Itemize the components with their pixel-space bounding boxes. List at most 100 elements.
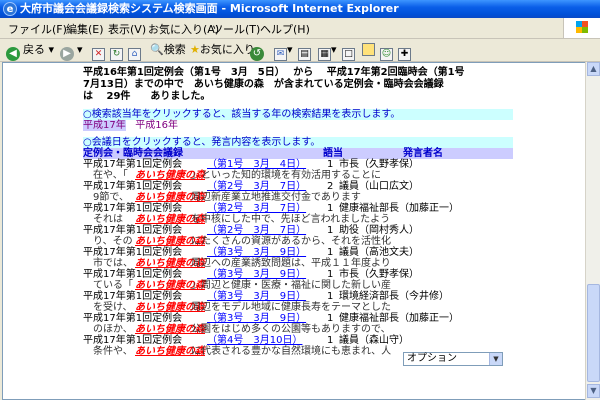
table-row: 平成17年第1回定例会 （第2号 3月 7日） 1 助役（岡村秀人） bbox=[83, 225, 513, 236]
stop-button[interactable]: ✕ bbox=[92, 42, 105, 61]
folder-icon bbox=[362, 43, 375, 56]
print-button[interactable]: ▤ bbox=[298, 42, 311, 61]
table-row: 平成17年第1回定例会 （第1号 3月 4日） 1 市長（久野孝保） bbox=[83, 159, 513, 170]
header-order: 語当 bbox=[323, 148, 343, 159]
snippet-before: を受け、 bbox=[93, 302, 133, 313]
row-date-link[interactable]: （第3号 3月 9日） bbox=[207, 269, 306, 280]
table-header: 定例会・臨時会会議録 語当 発言者名 bbox=[83, 148, 513, 159]
snippet-before: それは bbox=[93, 214, 123, 225]
row-speaker: 環境経済部長（今井修） bbox=[339, 291, 449, 302]
research-icon: ✚ bbox=[398, 48, 411, 61]
edit-button[interactable]: ▦ ▾ bbox=[318, 42, 337, 61]
year-instruction: ○検索該当年をクリックすると、該当する年の検索結果を表示します。 bbox=[83, 109, 513, 120]
row-speaker: 市長（久野孝保） bbox=[339, 159, 419, 170]
snippet-before: 条件や、 bbox=[93, 346, 133, 357]
home-icon: ⌂ bbox=[128, 48, 141, 61]
discuss-button[interactable]: □ bbox=[342, 42, 355, 61]
menu-help[interactable]: ヘルプ(H) bbox=[260, 21, 310, 37]
snippet-after: 」といった知的環境を有効活用することに bbox=[191, 170, 381, 181]
stop-icon: ✕ bbox=[92, 48, 105, 61]
row-date-link[interactable]: （第2号 3月 7日） bbox=[207, 225, 306, 236]
row-snippet: り、その あいち健康の森 にたくさんの資源があるから、それを活性化 bbox=[83, 236, 513, 247]
scroll-thumb[interactable] bbox=[587, 284, 600, 382]
row-date-link[interactable]: （第3号 3月 9日） bbox=[207, 291, 306, 302]
row-meeting: 平成17年第1回定例会 bbox=[83, 291, 183, 302]
row-order: 1 bbox=[327, 203, 334, 214]
research-button[interactable]: ✚ bbox=[398, 42, 411, 61]
page-viewport: 平成16年第1回定例会（第1号 3月 5日） から 平成17年第2回臨時会（第1… bbox=[2, 62, 586, 400]
header-meeting: 定例会・臨時会会議録 bbox=[83, 148, 183, 159]
snippet-after: 周辺新産業立地推進交付金であります bbox=[191, 192, 361, 203]
row-date-link[interactable]: （第2号 3月 7日） bbox=[207, 203, 306, 214]
row-date-link[interactable]: （第3号 3月 9日） bbox=[207, 247, 306, 258]
search-button[interactable]: 🔍検索 bbox=[150, 42, 186, 58]
row-snippet: 在や、「 あいち健康の森 」といった知的環境を有効活用することに bbox=[83, 170, 513, 181]
print-icon: ▤ bbox=[298, 48, 311, 61]
refresh-icon: ↻ bbox=[110, 48, 123, 61]
home-button[interactable]: ⌂ bbox=[128, 42, 141, 61]
star-icon: ★ bbox=[190, 43, 200, 56]
forward-button[interactable]: ▶ ▾ bbox=[60, 42, 83, 61]
history-icon: ↺ bbox=[250, 47, 264, 61]
windows-logo-icon bbox=[563, 18, 600, 38]
refresh-button[interactable]: ↻ bbox=[110, 42, 123, 61]
row-meeting: 平成17年第1回定例会 bbox=[83, 181, 183, 192]
row-date-link[interactable]: （第2号 3月 7日） bbox=[207, 181, 306, 192]
snippet-before: 在や、「 bbox=[93, 170, 128, 181]
toolbar: ◀戻る ▾ ▶▾ ✕ ↻ ⌂ 🔍検索 ★お気に入り ↺ ✉▾ ▤ ▦▾ bbox=[0, 39, 600, 62]
date-instruction: ○会議日をクリックすると、発言内容を表示します。 bbox=[83, 137, 513, 148]
table-row: 平成17年第1回定例会 （第4号 3月10日） 1 議員（森山守） bbox=[83, 335, 513, 346]
option-select[interactable]: オプション ▼ bbox=[403, 352, 503, 366]
menu-edit[interactable]: 編集(E) bbox=[66, 21, 104, 37]
menu-file[interactable]: ファイル(F) bbox=[8, 21, 67, 37]
back-arrow-icon: ◀ bbox=[6, 47, 20, 61]
search-label: 検索 bbox=[163, 43, 186, 56]
forward-arrow-icon: ▶ bbox=[60, 47, 74, 61]
table-row: 平成17年第1回定例会 （第3号 3月 9日） 1 環境経済部長（今井修） bbox=[83, 291, 513, 302]
year-link-h17[interactable]: 平成17年 bbox=[83, 120, 126, 131]
row-meeting: 平成17年第1回定例会 bbox=[83, 269, 183, 280]
snippet-after: 公園をはじめ多くの公園等もありますので、 bbox=[191, 324, 391, 335]
favorites-button[interactable]: ★お気に入り bbox=[190, 42, 255, 58]
messenger-button[interactable]: ☺ bbox=[380, 42, 393, 61]
snippet-before: 市では、 bbox=[93, 258, 133, 269]
summary-line-3: は 29件 ありました。 bbox=[83, 91, 211, 102]
row-speaker: 健康福祉部長（加藤正一） bbox=[339, 203, 459, 214]
scroll-up-icon[interactable]: ▲ bbox=[587, 62, 600, 76]
year-link-h16[interactable]: 平成16年 bbox=[135, 120, 178, 131]
table-row: 平成17年第1回定例会 （第3号 3月 9日） 1 議員（高池文夫） bbox=[83, 247, 513, 258]
row-speaker: 議員（高池文夫） bbox=[339, 247, 419, 258]
row-speaker: 助役（岡村秀人） bbox=[339, 225, 419, 236]
back-button[interactable]: ◀ 戻る ▾ bbox=[6, 42, 54, 61]
row-speaker: 市長（久野孝保） bbox=[339, 269, 419, 280]
history-button[interactable]: ↺ bbox=[250, 42, 267, 61]
chevron-down-icon: ▼ bbox=[489, 353, 502, 365]
snippet-after: 周辺への産業誘致問題は、平成１１年度より bbox=[191, 258, 391, 269]
favorites-label: お気に入り bbox=[199, 43, 255, 56]
messenger-icon: ☺ bbox=[380, 48, 393, 61]
mail-button[interactable]: ✉ ▾ bbox=[274, 42, 293, 61]
row-speaker: 健康福祉部長（加藤正一） bbox=[339, 313, 459, 324]
discuss-icon: □ bbox=[342, 48, 355, 61]
row-speaker: 議員（森山守） bbox=[339, 335, 409, 346]
row-snippet: のほか、 あいち健康の森 公園をはじめ多くの公園等もありますので、 bbox=[83, 324, 513, 335]
row-meeting: 平成17年第1回定例会 bbox=[83, 335, 183, 346]
row-order: 2 bbox=[327, 181, 334, 192]
row-date-link[interactable]: （第3号 3月 9日） bbox=[207, 313, 306, 324]
row-order: 1 bbox=[327, 159, 334, 170]
vertical-scrollbar[interactable]: ▲ ▼ bbox=[585, 62, 600, 400]
row-date-link[interactable]: （第4号 3月10日） bbox=[207, 335, 302, 346]
folder-button[interactable] bbox=[362, 42, 375, 58]
window-title: 大府市議会会議録検索システム検索画面 - Microsoft Internet … bbox=[20, 2, 399, 15]
row-snippet: ている「 あいち健康の森 」周辺と健康・医療・福祉に関した新しい産 bbox=[83, 280, 513, 291]
row-meeting: 平成17年第1回定例会 bbox=[83, 313, 183, 324]
row-date-link[interactable]: （第1号 3月 4日） bbox=[207, 159, 306, 170]
menu-tools[interactable]: ツール(T) bbox=[212, 21, 260, 37]
menu-view[interactable]: 表示(V) bbox=[108, 21, 146, 37]
row-snippet: 市では、 あいち健康の森 周辺への産業誘致問題は、平成１１年度より bbox=[83, 258, 513, 269]
menu-favorites[interactable]: お気に入り(A) bbox=[148, 21, 219, 37]
menu-bar: ファイル(F) 編集(E) 表示(V) お気に入り(A) ツール(T) ヘルプ(… bbox=[0, 18, 600, 39]
search-icon: 🔍 bbox=[150, 43, 164, 56]
scroll-down-icon[interactable]: ▼ bbox=[587, 384, 600, 398]
snippet-before: り、その bbox=[93, 236, 133, 247]
